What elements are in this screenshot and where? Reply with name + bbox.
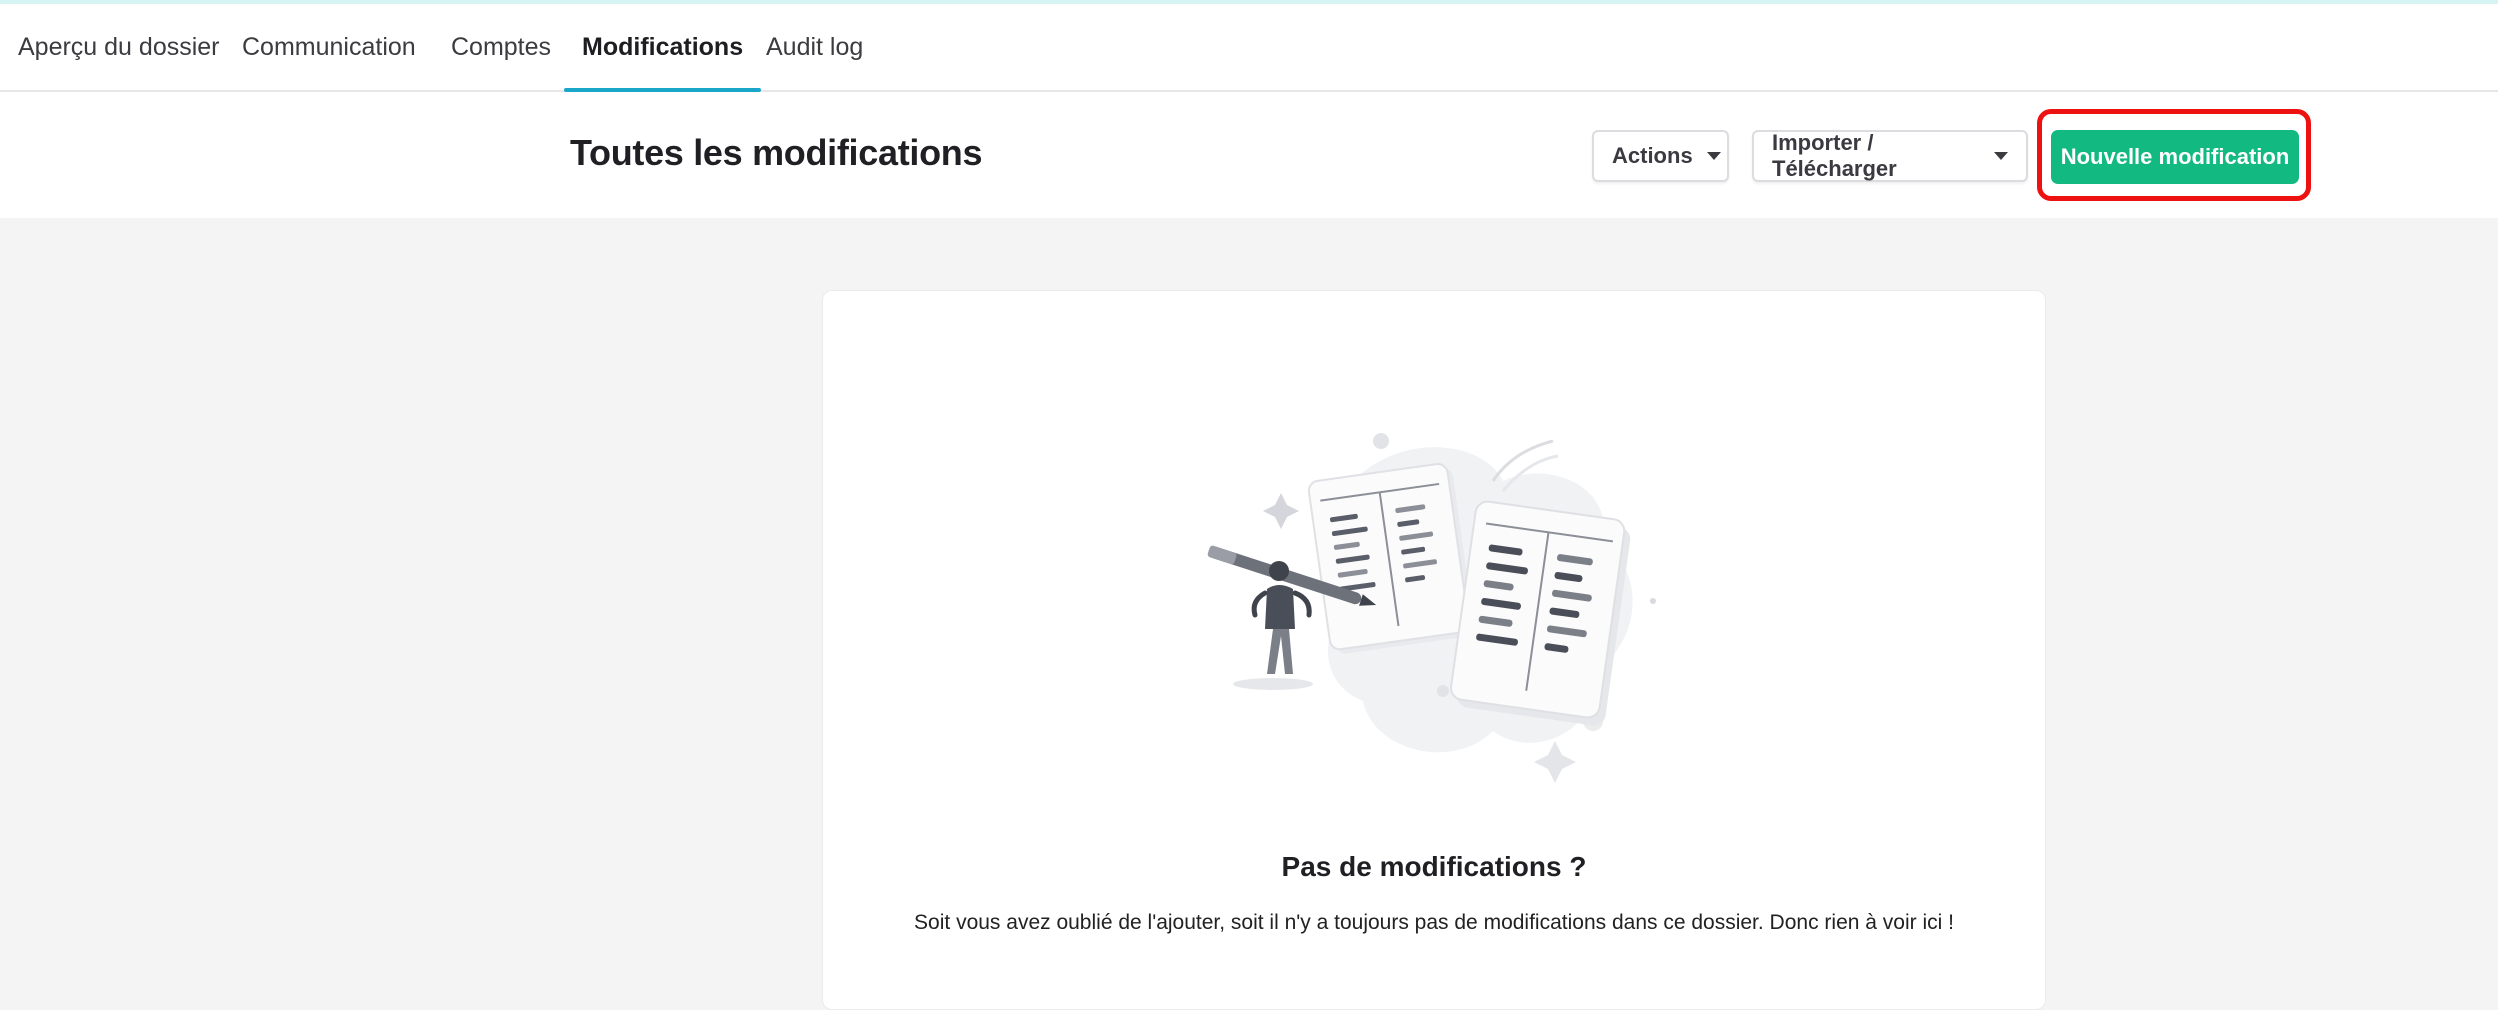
tab-comptes[interactable]: Comptes (451, 4, 551, 90)
new-modification-label: Nouvelle modification (2060, 144, 2290, 169)
tab-bar: Aperçu du dossier Communication Comptes … (0, 4, 2498, 92)
tab-communication[interactable]: Communication (242, 4, 416, 90)
empty-state-title: Pas de modifications ? (1281, 851, 1587, 882)
tab-label: Communication (242, 32, 416, 61)
actions-dropdown-button[interactable]: Actions (1592, 130, 1729, 182)
tab-label: Audit log (766, 32, 864, 61)
actions-button-label: Actions (1612, 143, 1693, 168)
tab-modifications[interactable]: Modifications (564, 4, 762, 92)
tab-label: Comptes (451, 32, 552, 61)
page-header: Toutes les modifications Actions Importe… (0, 92, 2498, 218)
empty-illustration-icon (1207, 433, 1656, 783)
import-button-label: Importer / Télécharger (1772, 130, 1897, 181)
tab-label: Modifications (582, 32, 744, 61)
page-title: Toutes les modifications (570, 132, 983, 173)
tab-audit-log[interactable]: Audit log (766, 4, 863, 90)
empty-state-description: Soit vous avez oublié de l'ajouter, soit… (914, 911, 1954, 934)
caret-down-icon (1706, 152, 1721, 160)
empty-state-card: Pas de modifications ? Soit vous avez ou… (822, 290, 2046, 1010)
tab-apercu-du-dossier[interactable]: Aperçu du dossier (18, 4, 220, 90)
tab-label: Aperçu du dossier (18, 32, 220, 61)
caret-down-icon (1994, 152, 2008, 160)
import-download-dropdown-button[interactable]: Importer / Télécharger (1752, 130, 2028, 182)
new-modification-button[interactable]: Nouvelle modification (2051, 130, 2299, 184)
